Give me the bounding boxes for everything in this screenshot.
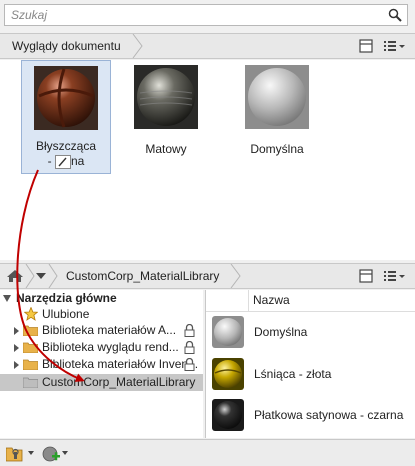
breadcrumb-document-appearances[interactable]: Wyglądy dokumentu xyxy=(4,34,140,58)
collapse-arrow-icon[interactable] xyxy=(3,295,11,302)
document-appearances-bar: Wyglądy dokumentu xyxy=(0,33,415,59)
home-chevron-icon xyxy=(25,264,35,288)
folder-icon xyxy=(23,342,38,353)
expand-arrow-icon[interactable] xyxy=(14,344,19,352)
edit-pencil-icon[interactable] xyxy=(54,154,71,169)
document-materials-panel: Błyszcząca - na Matowy Domyślna xyxy=(0,60,415,260)
lock-icon xyxy=(184,341,195,354)
list-item-flake-satin-black[interactable]: Płatkowa satynowa - czarna xyxy=(206,396,415,434)
folder-icon xyxy=(23,359,38,370)
breadcrumb-library[interactable]: CustomCorp_MaterialLibrary xyxy=(58,264,219,288)
panel-view-icon[interactable] xyxy=(359,39,373,53)
expand-arrow-icon[interactable] xyxy=(14,361,19,369)
star-icon xyxy=(24,307,38,321)
material-swatch-satin-black xyxy=(212,399,244,431)
lock-icon xyxy=(184,324,195,337)
create-material-icon[interactable] xyxy=(42,445,60,463)
breadcrumb-end-chevron-icon xyxy=(230,264,241,288)
dropdown-chevron-icon xyxy=(48,264,58,288)
material-label-matte: Matowy xyxy=(145,142,187,156)
expand-arrow-icon[interactable] xyxy=(14,327,19,335)
material-thumb-glossy[interactable]: Błyszcząca - na xyxy=(21,60,111,174)
material-swatch-default xyxy=(245,65,309,129)
search-icon[interactable] xyxy=(388,8,402,22)
library-material-list: Nazwa Domyślna Lśniąca - złota Płatkowa … xyxy=(205,290,415,438)
tree-header[interactable]: Narzędzia główne xyxy=(0,290,203,307)
create-dropdown-icon[interactable] xyxy=(62,451,68,455)
material-thumb-default[interactable]: Domyślna xyxy=(232,60,322,174)
bottom-toolbar xyxy=(0,439,415,466)
tree-item-customcorp-library[interactable]: CustomCorp_MaterialLibrary xyxy=(0,374,203,391)
breadcrumb-chevron-icon xyxy=(132,34,143,58)
tree-item-favorites[interactable]: Ulubione xyxy=(0,306,203,323)
material-label-glossy: Błyszcząca - na xyxy=(35,139,97,169)
material-thumb-matte[interactable]: Matowy xyxy=(121,60,211,174)
tree-item-library-a[interactable]: Biblioteka materiałów A... xyxy=(0,322,203,339)
tree-item-inventor-library[interactable]: Biblioteka materiałów Inven... xyxy=(0,356,203,373)
list-item-shiny-gold[interactable]: Lśniąca - złota xyxy=(206,355,415,393)
material-swatch-default xyxy=(212,316,244,348)
home-icon[interactable] xyxy=(6,269,24,283)
manage-dropdown-icon[interactable] xyxy=(28,451,34,455)
material-swatch-shiny-gold xyxy=(212,358,244,390)
folder-icon xyxy=(23,377,38,388)
material-label-default: Domyślna xyxy=(250,142,304,156)
list-view-options-icon[interactable] xyxy=(383,39,407,53)
library-dropdown-icon[interactable] xyxy=(36,273,46,279)
list-item-default[interactable]: Domyślna xyxy=(206,313,415,351)
material-swatch-glossy xyxy=(34,66,98,130)
search-box[interactable] xyxy=(4,4,408,26)
material-swatch-matte xyxy=(134,65,198,129)
folder-icon xyxy=(23,325,38,336)
library-list-options-icon[interactable] xyxy=(383,269,407,283)
search-input[interactable] xyxy=(11,6,381,24)
library-panel-view-icon[interactable] xyxy=(359,269,373,283)
tree-item-render-library[interactable]: Biblioteka wyglądu rend... xyxy=(0,339,203,356)
library-bar: CustomCorp_MaterialLibrary xyxy=(0,263,415,289)
column-header-name[interactable]: Nazwa xyxy=(206,290,415,312)
library-tree: Narzędzia główne Ulubione Biblioteka mat… xyxy=(0,290,203,438)
manage-library-icon[interactable] xyxy=(6,446,26,462)
lock-icon xyxy=(184,358,195,371)
